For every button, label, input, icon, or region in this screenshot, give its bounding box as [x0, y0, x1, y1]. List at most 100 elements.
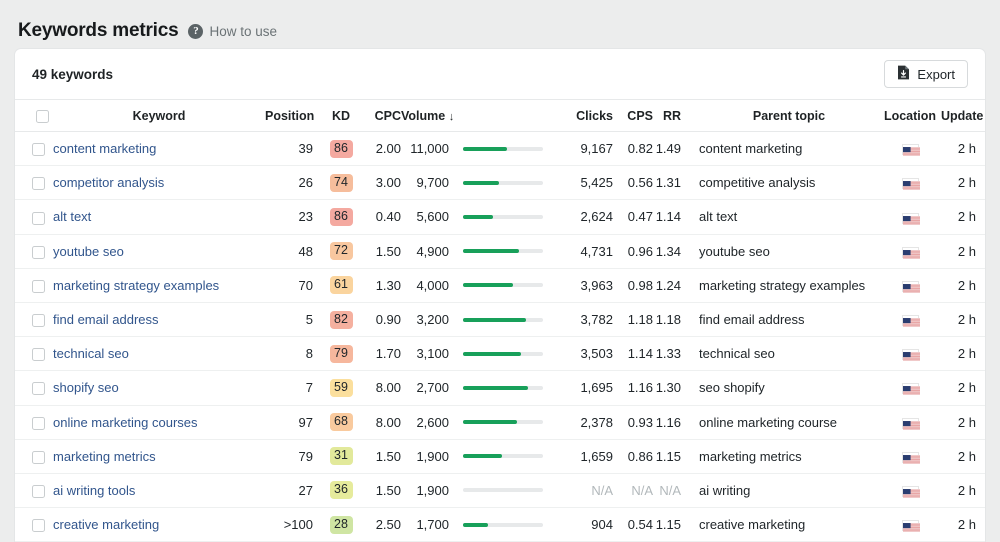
row-checkbox[interactable] — [32, 485, 45, 498]
row-checkbox[interactable] — [32, 450, 45, 464]
location-cell — [879, 405, 941, 440]
kd-cell: 59 — [323, 370, 359, 406]
column-header-keyword[interactable]: Keyword — [53, 99, 265, 132]
table-header: Keyword Position KD CPC Volume ↓ Clicks … — [15, 99, 985, 132]
us-flag-icon — [901, 349, 920, 362]
keywords-table-card: 49 keywords Export Keyword Position KD C… — [14, 48, 986, 542]
update-cell: 2 h — [941, 234, 985, 269]
row-checkbox[interactable] — [32, 279, 45, 293]
column-header-cpc[interactable]: CPC — [359, 99, 401, 132]
volume-bar-fill — [463, 214, 493, 219]
cpc-cell: 1.50 — [359, 439, 401, 474]
volume-bar-cell — [463, 131, 561, 167]
parent-topic-cell: marketing metrics — [689, 439, 879, 474]
parent-topic-cell: youtube seo — [689, 234, 879, 269]
keyword-cell: competitor analysis — [53, 165, 265, 201]
row-checkbox[interactable] — [32, 348, 45, 362]
kd-cell: 68 — [323, 405, 359, 440]
kd-badge: 68 — [329, 413, 353, 432]
kd-cell: 72 — [323, 234, 359, 269]
table-row[interactable]: marketing strategy examples 70 61 1.30 4,000… — [15, 268, 985, 303]
keyword-link[interactable]: alt text — [53, 209, 91, 224]
row-checkbox[interactable] — [32, 314, 45, 328]
keyword-link[interactable]: youtube seo — [53, 244, 124, 259]
how-to-use-link[interactable]: ? How to use — [188, 23, 277, 39]
column-header-parent-topic[interactable]: Parent topic — [689, 99, 879, 132]
export-button[interactable]: Export — [884, 60, 968, 88]
clicks-cell: 3,503 — [561, 336, 613, 372]
keyword-cell: youtube seo — [53, 234, 265, 269]
table-row[interactable]: alt text 23 86 0.40 5,600 2,624 0.47 1.14 alt te… — [15, 199, 985, 235]
row-checkbox[interactable] — [32, 211, 45, 225]
us-flag-icon — [901, 178, 920, 191]
row-checkbox[interactable] — [32, 143, 45, 157]
keyword-link[interactable]: technical seo — [53, 346, 129, 361]
kd-badge: 86 — [329, 207, 353, 226]
table-row[interactable]: creative marketing >100 28 2.50 1,700 904 0.54… — [15, 507, 985, 542]
parent-topic-cell: content marketing — [689, 131, 879, 167]
document-download-icon — [897, 65, 910, 83]
kd-badge: 72 — [329, 242, 353, 261]
row-checkbox[interactable] — [32, 416, 45, 430]
row-checkbox[interactable] — [32, 245, 45, 259]
keyword-link[interactable]: online marketing courses — [53, 415, 198, 430]
row-checkbox[interactable] — [32, 519, 45, 533]
kd-cell: 79 — [323, 336, 359, 372]
location-cell — [879, 473, 941, 509]
kd-badge: 82 — [329, 310, 353, 329]
select-all-checkbox[interactable] — [36, 109, 49, 123]
table-row[interactable]: online marketing courses 97 68 8.00 2,600 2,3… — [15, 405, 985, 440]
column-header-update[interactable]: Update — [941, 99, 985, 132]
volume-bar-cell — [463, 473, 561, 509]
keyword-link[interactable]: shopify seo — [53, 380, 119, 395]
clicks-cell: 1,695 — [561, 370, 613, 406]
location-cell — [879, 165, 941, 201]
kd-badge: 61 — [329, 276, 353, 295]
row-checkbox[interactable] — [32, 382, 45, 396]
keyword-link[interactable]: creative marketing — [53, 517, 159, 532]
column-header-kd[interactable]: KD — [323, 99, 359, 132]
table-row[interactable]: shopify seo 7 59 8.00 2,700 1,695 1.16 1.30 seo … — [15, 370, 985, 406]
keyword-link[interactable]: competitor analysis — [53, 175, 164, 190]
column-header-position[interactable]: Position — [265, 99, 323, 132]
keyword-link[interactable]: marketing metrics — [53, 449, 156, 464]
volume-bar-track — [463, 317, 543, 322]
column-header-location[interactable]: Location — [879, 99, 941, 132]
volume-bar-fill — [463, 420, 517, 425]
table-row[interactable]: competitor analysis 26 74 3.00 9,700 5,425 0.5… — [15, 165, 985, 201]
volume-cell: 11,000 — [401, 131, 463, 167]
table-row[interactable]: find email address 5 82 0.90 3,200 3,782 1.18 1… — [15, 302, 985, 338]
cpc-cell: 1.50 — [359, 473, 401, 509]
volume-bar-fill — [463, 317, 527, 322]
clicks-cell: 9,167 — [561, 131, 613, 167]
keyword-cell: shopify seo — [53, 370, 265, 406]
keyword-cell: find email address — [53, 302, 265, 338]
clicks-cell: 904 — [561, 507, 613, 542]
keyword-link[interactable]: marketing strategy examples — [53, 278, 219, 293]
update-label: 2 h — [957, 380, 976, 396]
keyword-link[interactable]: content marketing — [53, 141, 156, 156]
volume-cell: 1,900 — [401, 439, 463, 474]
table-row[interactable]: youtube seo 48 72 1.50 4,900 4,731 0.96 1.34 you… — [15, 234, 985, 269]
table-row[interactable]: marketing metrics 79 31 1.50 1,900 1,659 0.86 1… — [15, 439, 985, 474]
parent-topic-cell: ai writing — [689, 473, 879, 509]
volume-bar-fill — [463, 522, 488, 527]
keyword-link[interactable]: ai writing tools — [53, 483, 135, 498]
table-row[interactable]: technical seo 8 79 1.70 3,100 3,503 1.14 1.33 te… — [15, 336, 985, 372]
column-header-clicks[interactable]: Clicks — [561, 99, 613, 132]
table-row[interactable]: ai writing tools 27 36 1.50 1,900 N/A N/A N/A ai… — [15, 473, 985, 509]
keyword-link[interactable]: find email address — [53, 312, 159, 327]
cps-cell: 1.16 — [613, 370, 653, 406]
volume-bar-track — [463, 454, 543, 459]
table-row[interactable]: content marketing 39 86 2.00 11,000 9,167 0.82… — [15, 131, 985, 167]
clicks-cell: 1,659 — [561, 439, 613, 474]
row-select-cell — [15, 268, 53, 303]
keyword-cell: creative marketing — [53, 507, 265, 542]
cpc-cell: 1.70 — [359, 336, 401, 372]
column-header-cps[interactable]: CPS — [613, 99, 653, 132]
row-checkbox[interactable] — [32, 177, 45, 191]
kd-badge: 31 — [329, 447, 353, 466]
cps-cell: N/A — [613, 473, 653, 509]
column-header-rr[interactable]: RR — [653, 99, 689, 132]
column-header-volume[interactable]: Volume ↓ — [401, 99, 463, 132]
